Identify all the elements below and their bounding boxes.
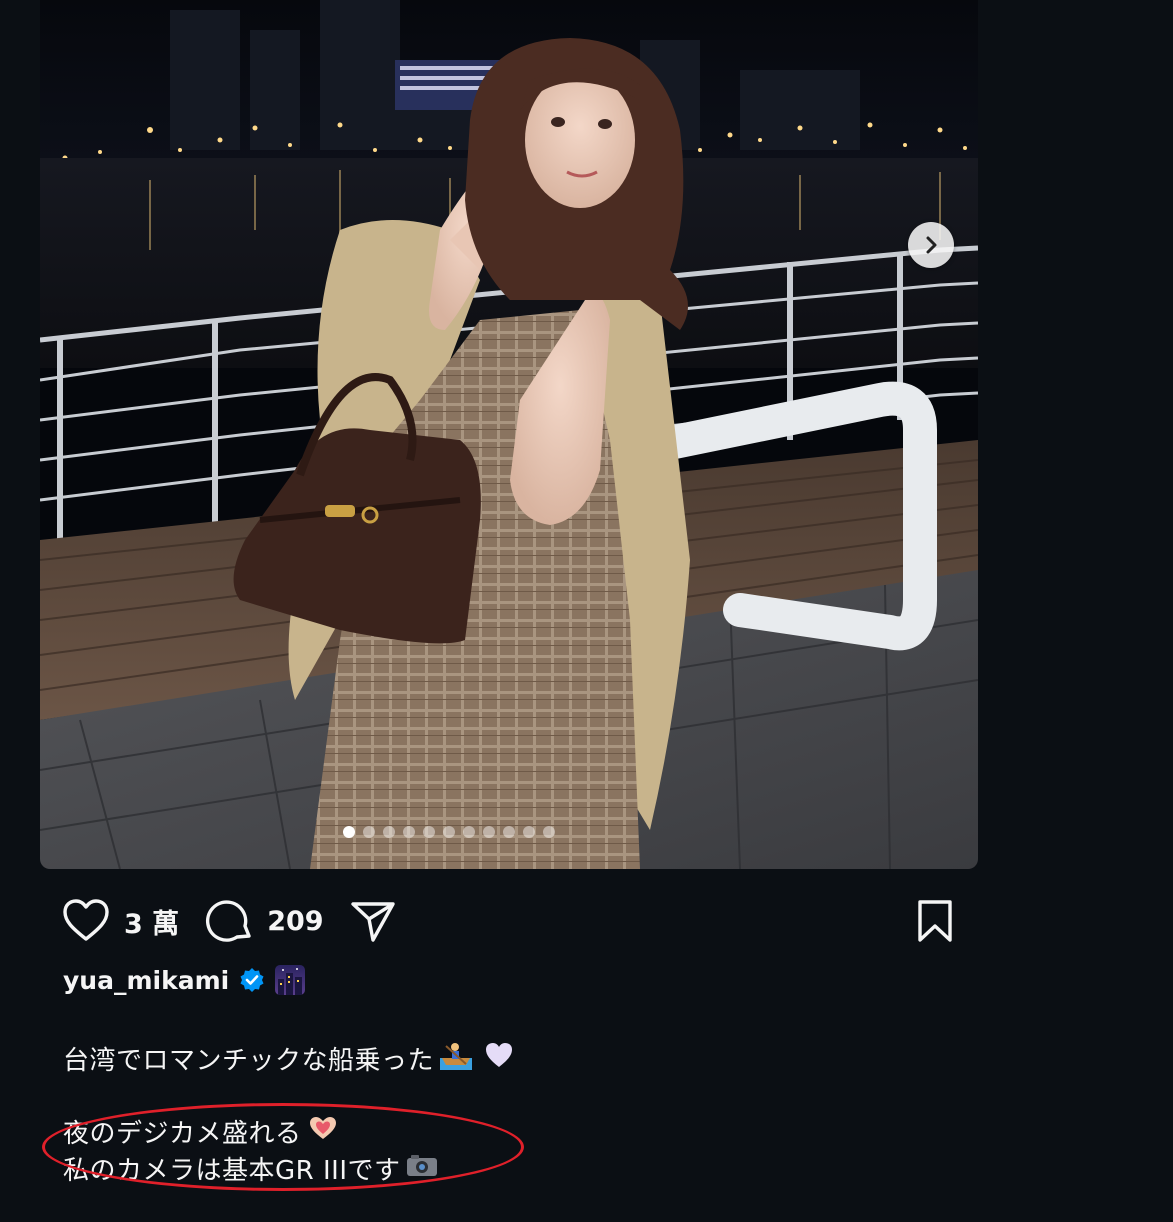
post-page: 3 萬 209 yua_mikami 台湾でロマンチックな船乗った 夜のデジカメ…: [0, 0, 1173, 1222]
like-count[interactable]: 3 萬: [124, 902, 179, 941]
carousel-dot: [503, 826, 515, 838]
caption-line-2: 夜のデジカメ盛れる: [63, 1113, 338, 1150]
carousel-dot: [543, 826, 555, 838]
share-icon: [350, 902, 395, 942]
caption-text-1: 台湾でロマンチックな船乗った: [63, 1046, 435, 1076]
carousel-dot: [523, 826, 535, 838]
camera-emoji: [406, 1153, 438, 1184]
author-username[interactable]: yua_mikami: [63, 966, 229, 995]
carousel-dot: [463, 826, 475, 838]
caption-text-3: 私のカメラは基本GR IIIです: [63, 1156, 401, 1186]
rowboat-emoji: [440, 1040, 473, 1077]
carousel-dot: [483, 826, 495, 838]
caption-line-1: 台湾でロマンチックな船乗った: [63, 1040, 514, 1077]
carousel-dot: [443, 826, 455, 838]
carousel-dot: [343, 826, 355, 838]
carousel-dot: [423, 826, 435, 838]
post-actions: 3 萬 209: [62, 893, 954, 949]
carousel-indicator: [40, 826, 918, 838]
carousel-dot: [403, 826, 415, 838]
bookmark-button[interactable]: [916, 899, 954, 943]
caption-line-3: 私のカメラは基本GR IIIです: [63, 1150, 438, 1187]
heart-emoji: [484, 1041, 514, 1076]
hand-heart-emoji: [308, 1115, 338, 1148]
like-button[interactable]: [62, 899, 110, 943]
verified-badge-icon: [240, 968, 264, 992]
comment-icon: [206, 900, 251, 942]
carousel-dot: [363, 826, 375, 838]
bookmark-icon: [918, 900, 952, 942]
chevron-right-icon: [926, 236, 937, 254]
share-button[interactable]: [350, 899, 396, 943]
night-city-emoji: [275, 965, 306, 995]
next-slide-button[interactable]: [908, 222, 954, 268]
heart-icon: [63, 899, 109, 941]
comment-button[interactable]: [205, 898, 253, 944]
post-photo[interactable]: [40, 0, 978, 869]
carousel-dot: [383, 826, 395, 838]
photo-scene: [40, 0, 978, 869]
comment-count[interactable]: 209: [267, 906, 323, 937]
caption-text-2: 夜のデジカメ盛れる: [63, 1119, 302, 1149]
author-line: yua_mikami: [63, 965, 306, 995]
